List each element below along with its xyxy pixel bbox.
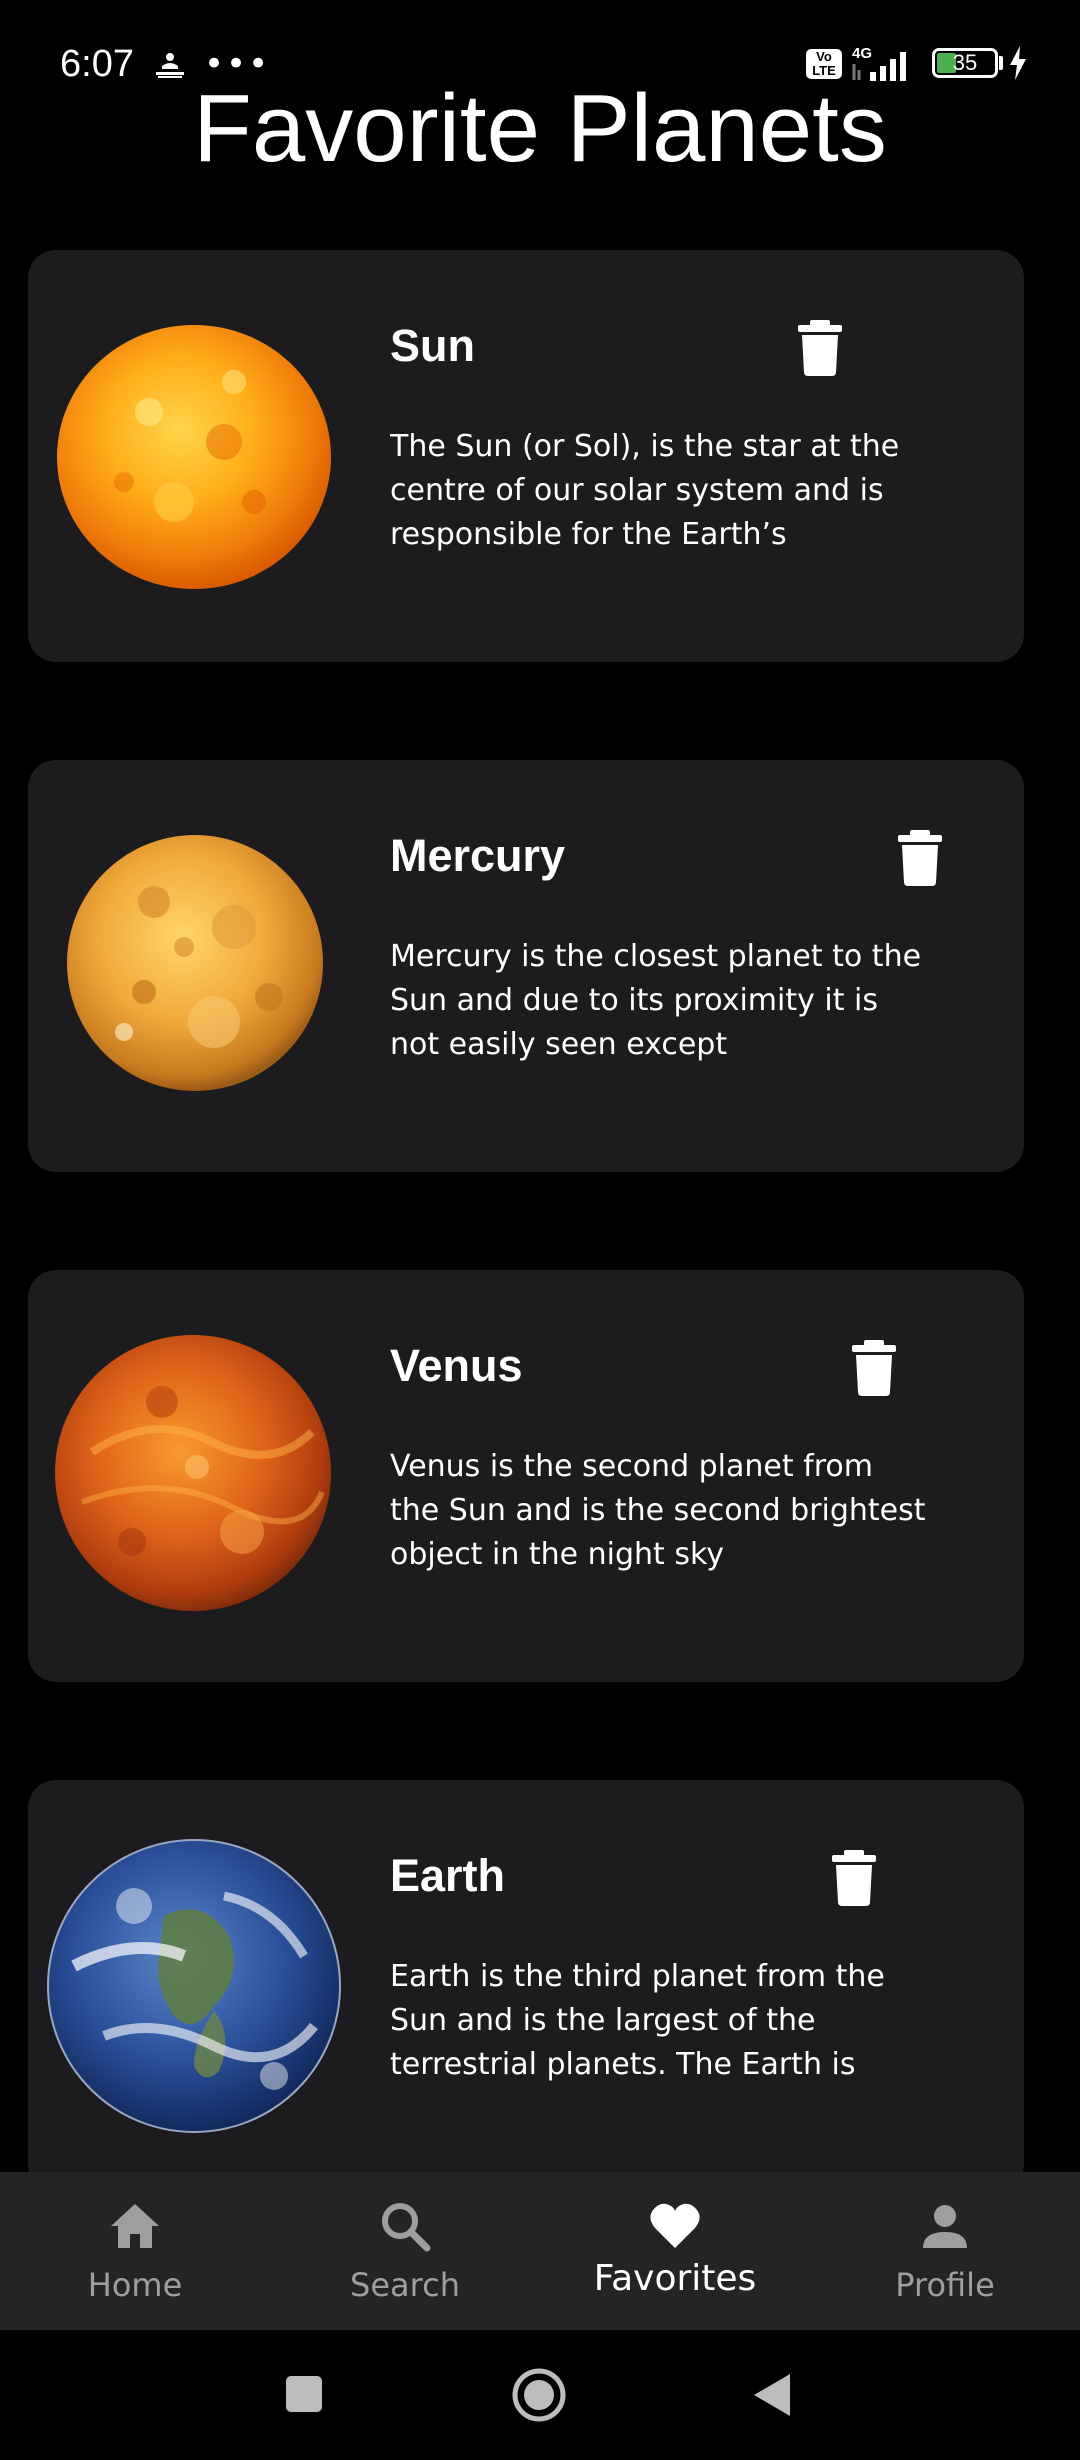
bottom-navigation: Home Search Favorites Profile: [0, 2172, 1080, 2330]
delete-icon[interactable]: [896, 830, 944, 886]
nav-label: Profile: [895, 2266, 995, 2304]
planet-description: Earth is the third planet from the Sun a…: [390, 1959, 885, 2082]
delete-icon[interactable]: [850, 1340, 898, 1396]
status-more-dots: •••: [204, 44, 271, 84]
home-button[interactable]: [510, 2366, 568, 2424]
recents-button[interactable]: [284, 2374, 324, 2414]
planet-description: Mercury is the closest planet to the Sun…: [390, 939, 922, 1062]
planet-name: Sun: [390, 320, 475, 371]
delete-icon[interactable]: [796, 320, 844, 376]
nav-label: Favorites: [593, 2258, 757, 2299]
system-navigation-bar: [0, 2330, 1080, 2460]
heart-icon: [650, 2203, 700, 2248]
signal-icon: 4G: [852, 45, 906, 81]
status-bar: 6:07 ••• Vo LTE 4G 35: [0, 0, 1080, 120]
nav-item-search[interactable]: Search: [270, 2172, 540, 2330]
volte-icon: Vo LTE: [806, 49, 842, 79]
planet-card-sun[interactable]: Sun The Sun (or Sol), is the star at the…: [28, 250, 1024, 662]
search-icon: [382, 2203, 431, 2252]
mercury-image: [67, 835, 323, 1091]
planet-card-earth[interactable]: Earth Earth is the third planet from the…: [28, 1780, 1024, 2192]
planet-name: Earth: [390, 1850, 506, 1901]
battery-tip: [999, 56, 1003, 70]
screen: 6:07 ••• Vo LTE 4G 35 Favorite Planets S…: [0, 0, 1080, 2460]
nav-item-home[interactable]: Home: [0, 2172, 270, 2330]
home-icon: [111, 2204, 159, 2248]
back-button[interactable]: [752, 2372, 792, 2418]
network-type-label: 4G: [852, 45, 872, 62]
charging-bolt-icon: [1010, 46, 1026, 80]
battery-icon: 35: [932, 48, 998, 78]
delete-icon[interactable]: [830, 1850, 878, 1906]
nav-item-favorites[interactable]: Favorites: [540, 2172, 810, 2330]
planet-description: The Sun (or Sol), is the star at the cen…: [390, 429, 900, 552]
status-time: 6:07: [60, 43, 134, 85]
planet-name: Venus: [390, 1340, 523, 1391]
earth-image: [47, 1839, 341, 2133]
notification-app-icon: [156, 53, 184, 78]
planet-description: Venus is the second planet from the Sun …: [390, 1449, 926, 1572]
person-icon: [923, 2205, 967, 2248]
nav-item-profile[interactable]: Profile: [810, 2172, 1080, 2330]
planet-card-venus[interactable]: Venus Venus is the second planet from th…: [28, 1270, 1024, 1682]
battery-level: 35: [952, 50, 978, 75]
venus-image: [55, 1335, 331, 1611]
nav-label: Search: [350, 2266, 460, 2304]
sun-image: [57, 325, 331, 589]
planet-card-mercury[interactable]: Mercury Mercury is the closest planet to…: [28, 760, 1024, 1172]
planet-name: Mercury: [390, 830, 566, 881]
nav-label: Home: [87, 2266, 183, 2304]
